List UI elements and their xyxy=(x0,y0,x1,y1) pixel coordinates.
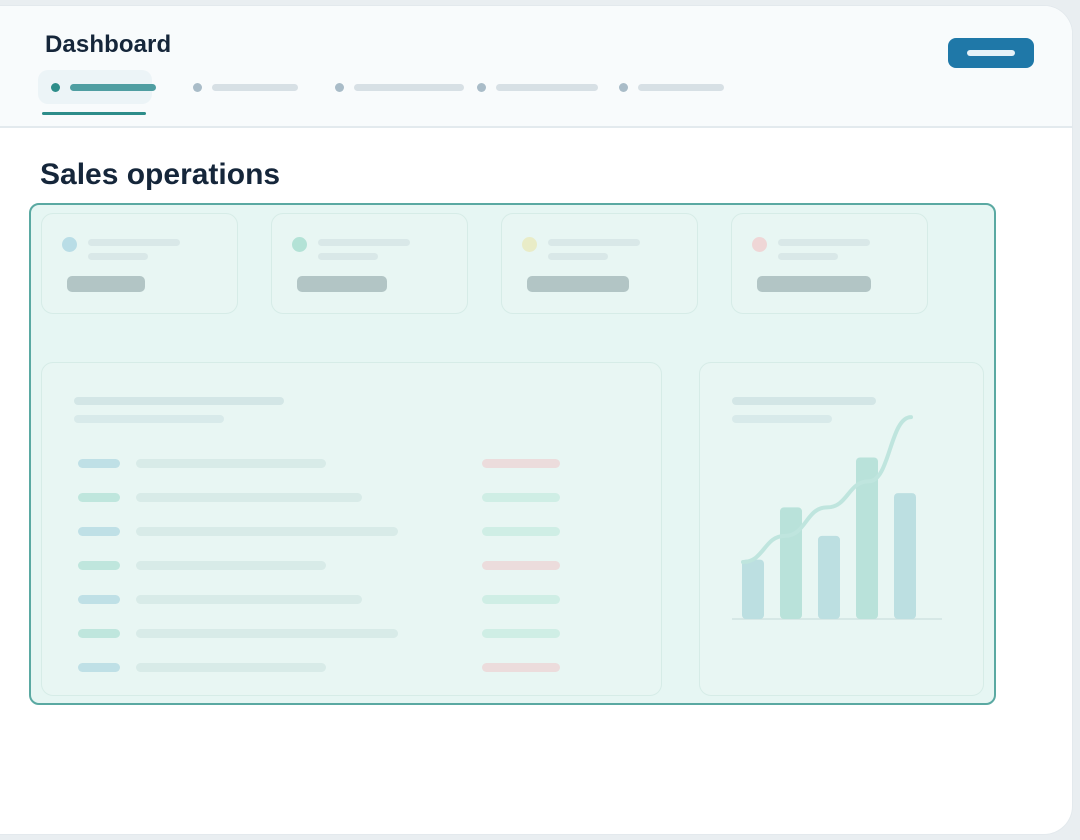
tab-2[interactable] xyxy=(188,70,300,104)
kpi-label-placeholder xyxy=(88,239,180,246)
chart-bar xyxy=(818,535,840,619)
kpi-status-dot xyxy=(752,237,767,252)
button-label-placeholder xyxy=(967,50,1015,56)
kpi-value-placeholder xyxy=(757,276,871,292)
row-status-pill xyxy=(482,629,560,638)
tab-dot-icon xyxy=(193,83,202,92)
kpi-label-placeholder xyxy=(778,239,870,246)
row-status-pill xyxy=(482,561,560,570)
kpi-sublabel-placeholder xyxy=(778,253,838,260)
tab-dot-icon xyxy=(51,83,60,92)
active-tab-underline xyxy=(42,112,146,115)
table-row[interactable] xyxy=(42,527,662,539)
table-row[interactable] xyxy=(42,595,662,607)
row-text-placeholder xyxy=(136,527,398,536)
row-tag-placeholder xyxy=(78,595,120,604)
highlighted-region xyxy=(29,203,996,705)
table-title-placeholder xyxy=(74,397,284,405)
kpi-value-placeholder xyxy=(527,276,629,292)
kpi-label-placeholder xyxy=(318,239,410,246)
tab-dot-icon xyxy=(619,83,628,92)
tab-label-placeholder xyxy=(212,84,298,91)
kpi-value-placeholder xyxy=(67,276,145,292)
table-panel xyxy=(41,362,662,696)
table-row[interactable] xyxy=(42,459,662,471)
kpi-card[interactable] xyxy=(501,213,698,314)
chart-panel xyxy=(699,362,984,696)
bar-chart xyxy=(732,415,942,620)
kpi-status-dot xyxy=(292,237,307,252)
primary-action-button[interactable] xyxy=(948,38,1034,68)
kpi-status-dot xyxy=(62,237,77,252)
kpi-card[interactable] xyxy=(271,213,468,314)
table-row[interactable] xyxy=(42,561,662,573)
row-text-placeholder xyxy=(136,561,326,570)
top-header: Dashboard xyxy=(0,6,1072,128)
kpi-status-dot xyxy=(522,237,537,252)
kpi-sublabel-placeholder xyxy=(548,253,608,260)
table-row[interactable] xyxy=(42,629,662,641)
page-title: Sales operations xyxy=(40,158,281,191)
tab-label-placeholder xyxy=(496,84,598,91)
kpi-sublabel-placeholder xyxy=(88,253,148,260)
row-status-pill xyxy=(482,595,560,604)
kpi-card[interactable] xyxy=(731,213,928,314)
tab-1[interactable] xyxy=(38,70,156,104)
row-tag-placeholder xyxy=(78,663,120,672)
chart-bar xyxy=(780,507,802,619)
row-status-pill xyxy=(482,527,560,536)
kpi-card[interactable] xyxy=(41,213,238,314)
tab-label-placeholder xyxy=(70,84,156,91)
row-tag-placeholder xyxy=(78,561,120,570)
chart-bar xyxy=(742,559,764,619)
tab-3[interactable] xyxy=(330,70,466,104)
row-tag-placeholder xyxy=(78,527,120,536)
row-text-placeholder xyxy=(136,663,326,672)
row-tag-placeholder xyxy=(78,629,120,638)
kpi-value-placeholder xyxy=(297,276,387,292)
app-title: Dashboard xyxy=(45,31,172,58)
kpi-label-placeholder xyxy=(548,239,640,246)
tab-dot-icon xyxy=(335,83,344,92)
table-row[interactable] xyxy=(42,493,662,505)
table-row[interactable] xyxy=(42,663,662,675)
row-tag-placeholder xyxy=(78,493,120,502)
row-text-placeholder xyxy=(136,595,362,604)
app-window: Dashboard Sales operations xyxy=(0,6,1072,834)
row-text-placeholder xyxy=(136,629,398,638)
table-subtitle-placeholder xyxy=(74,415,224,423)
row-text-placeholder xyxy=(136,493,362,502)
tab-5[interactable] xyxy=(614,70,726,104)
row-status-pill xyxy=(482,663,560,672)
tab-label-placeholder xyxy=(638,84,724,91)
row-text-placeholder xyxy=(136,459,326,468)
tab-4[interactable] xyxy=(472,70,600,104)
row-status-pill xyxy=(482,459,560,468)
tab-dot-icon xyxy=(477,83,486,92)
kpi-sublabel-placeholder xyxy=(318,253,378,260)
chart-bar xyxy=(894,493,916,619)
tab-label-placeholder xyxy=(354,84,464,91)
row-status-pill xyxy=(482,493,560,502)
row-tag-placeholder xyxy=(78,459,120,468)
